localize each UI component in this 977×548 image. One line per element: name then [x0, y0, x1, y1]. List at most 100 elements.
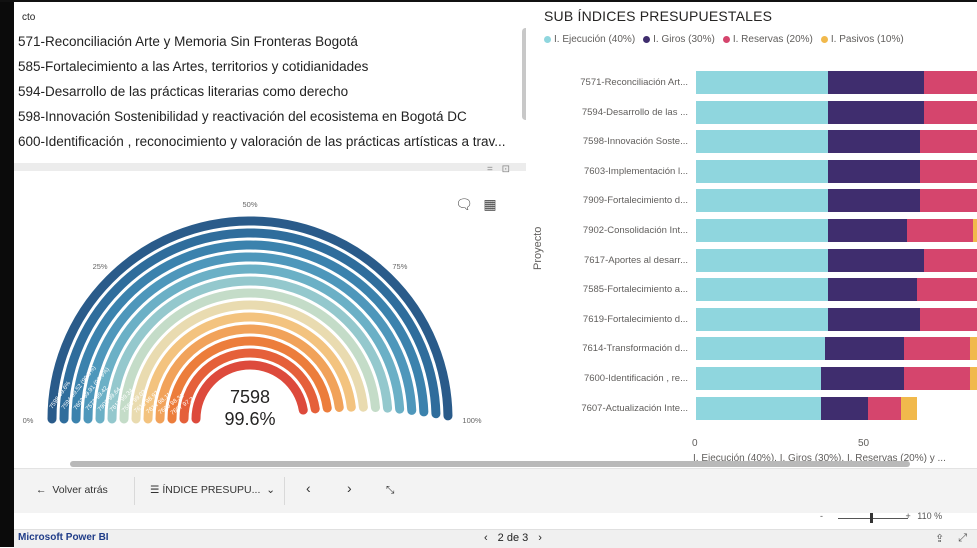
radial-gauge-chart: 0%25%50%75%100%7598 99.6%7594 99.52 (99.… [23, 200, 482, 429]
bar-segment[interactable] [696, 278, 828, 302]
bar-segment[interactable] [900, 396, 918, 420]
legend-dot [643, 36, 651, 43]
bar-segment[interactable] [696, 71, 828, 94]
bar-segment[interactable] [828, 159, 921, 183]
bar-segment[interactable] [903, 367, 970, 390]
legend-label: I. Pasivos (10%) [830, 34, 904, 45]
y-tick-label: 7594-Desarrollo de las ... [581, 106, 688, 118]
bar-segment[interactable] [828, 307, 921, 331]
bar-segment[interactable] [828, 278, 918, 302]
bar-segment[interactable] [923, 71, 977, 94]
legend-item[interactable]: I. Ejecución (40%) [544, 34, 635, 45]
zoom-out-button[interactable]: - [820, 511, 823, 521]
bar-segment[interactable] [696, 219, 828, 242]
bar-segment[interactable] [969, 367, 977, 390]
bar-segment[interactable] [828, 100, 924, 124]
gauge-scale-label: 25% [93, 262, 108, 271]
legend-item[interactable]: I. Giros (30%) [643, 34, 715, 45]
comment-icon[interactable]: 🗨 [455, 195, 473, 213]
y-tick-label: 7619-Fortalecimiento d... [582, 313, 688, 325]
legend-dot [544, 36, 551, 43]
zoom-control: - + 110 % [820, 511, 942, 521]
gauge-scale-label: 75% [392, 262, 407, 271]
zoom-level: 110 % [917, 511, 943, 521]
bar-segment[interactable] [821, 396, 868, 420]
y-tick-label: 7585-Fortalecimiento a... [582, 284, 688, 296]
x-tick-label: 0 [692, 438, 698, 449]
bar-segment[interactable] [696, 307, 828, 331]
bar-segment[interactable] [696, 337, 825, 361]
share-icon[interactable]: ⇪ [935, 532, 944, 545]
legend-dot [820, 36, 828, 43]
fullscreen-icon[interactable]: ⤢ [958, 532, 967, 545]
bar-segment[interactable] [923, 100, 977, 124]
y-tick-label: 7607-Actualización Inte... [581, 402, 688, 414]
horizontal-scrollbar[interactable] [70, 461, 910, 467]
bar-segment[interactable] [696, 248, 828, 272]
bar-segment[interactable] [828, 248, 924, 272]
powerbi-brand-link[interactable]: Microsoft Power BI [18, 532, 109, 543]
bar-segment[interactable] [969, 337, 977, 361]
bar-segment[interactable] [907, 219, 974, 242]
gauge-scale-label: 50% [242, 200, 257, 209]
bar-segment[interactable] [696, 189, 828, 213]
page-menu-button[interactable]: ☰ ÍNDICE PRESUPU... ⌄ [150, 484, 275, 496]
bar-segment[interactable] [867, 396, 901, 420]
visual-separator [14, 163, 526, 171]
next-page-button[interactable]: › [347, 480, 352, 496]
bar-segment[interactable] [917, 278, 977, 302]
x-tick-label: 50 [858, 438, 870, 449]
bar-segment[interactable] [696, 100, 828, 124]
page-indicator: 2 de 3 [497, 532, 529, 544]
legend-item[interactable]: I. Reservas (20%) [722, 34, 813, 45]
slicer-scrollbar[interactable] [522, 28, 526, 120]
y-tick-label: 7603-Implementación l... [583, 165, 688, 177]
y-tick-label: 7909-Fortalecimiento d... [582, 195, 688, 207]
zoom-in-button[interactable]: + [906, 511, 911, 521]
bar-segment[interactable] [920, 130, 977, 154]
chart-title: SUB ÍNDICES PRESUPUESTALES [544, 8, 773, 24]
bar-segment[interactable] [821, 367, 904, 390]
back-label: Volver atrás [52, 484, 108, 496]
list-icon: ☰ [150, 484, 163, 496]
slicer-item[interactable]: 585-Fortalecimiento a las Artes, territo… [18, 59, 368, 74]
status-icons: ⇪ ⤢ [935, 532, 967, 545]
gauge-center-value: 99.6% [224, 409, 275, 429]
bar-segment[interactable] [828, 130, 921, 154]
chart-legend: I. Ejecución (40%) I. Giros (30%) I. Reser… [544, 34, 904, 45]
bar-segment[interactable] [824, 337, 904, 361]
slicer-options-icon[interactable]: = ⊡ [487, 164, 513, 175]
back-button[interactable]: ← Volver atrás [36, 484, 108, 496]
project-slicer: cto 571-Reconciliación Arte y Memoria Si… [14, 4, 526, 162]
collapse-icon[interactable]: ⤡ [386, 484, 394, 497]
prev-page-arrow[interactable]: ‹ [484, 532, 488, 544]
bar-segment[interactable] [920, 159, 977, 183]
slicer-item[interactable]: 594-Desarrollo de las prácticas literari… [18, 84, 348, 99]
bar-segment[interactable] [923, 248, 977, 272]
bar-segment[interactable] [973, 219, 977, 242]
bar-segment[interactable] [828, 219, 908, 242]
bar-segment[interactable] [696, 367, 822, 390]
visual-header-tools: 🗨 ▦ [455, 195, 499, 213]
slicer-item[interactable]: 600-Identificación , reconocimiento y va… [18, 134, 505, 149]
prev-page-button[interactable]: ‹ [306, 480, 311, 496]
next-page-arrow[interactable]: › [538, 532, 542, 544]
toolbar-divider [284, 477, 285, 505]
report-toolbar: ← Volver atrás ☰ ÍNDICE PRESUPU... ⌄ ‹ ›… [14, 468, 977, 513]
slicer-item[interactable]: 571-Reconciliación Arte y Memoria Sin Fr… [18, 34, 358, 49]
table-icon[interactable]: ▦ [481, 195, 499, 213]
bar-segment[interactable] [828, 189, 921, 213]
slicer-header: cto [22, 12, 36, 23]
window-top-edge [0, 0, 977, 2]
bar-segment[interactable] [920, 307, 977, 331]
bar-segment[interactable] [696, 130, 828, 154]
gauge-center-project: 7598 [230, 387, 270, 407]
bar-segment[interactable] [696, 396, 822, 420]
bar-segment[interactable] [903, 337, 970, 361]
chevron-down-icon: ⌄ [260, 484, 276, 496]
bar-segment[interactable] [828, 71, 924, 94]
legend-item[interactable]: I. Pasivos (10%) [820, 34, 904, 45]
bar-segment[interactable] [696, 159, 828, 183]
slicer-item[interactable]: 598-Innovación Sostenibilidad y reactiva… [18, 109, 467, 124]
bar-segment[interactable] [920, 189, 977, 213]
